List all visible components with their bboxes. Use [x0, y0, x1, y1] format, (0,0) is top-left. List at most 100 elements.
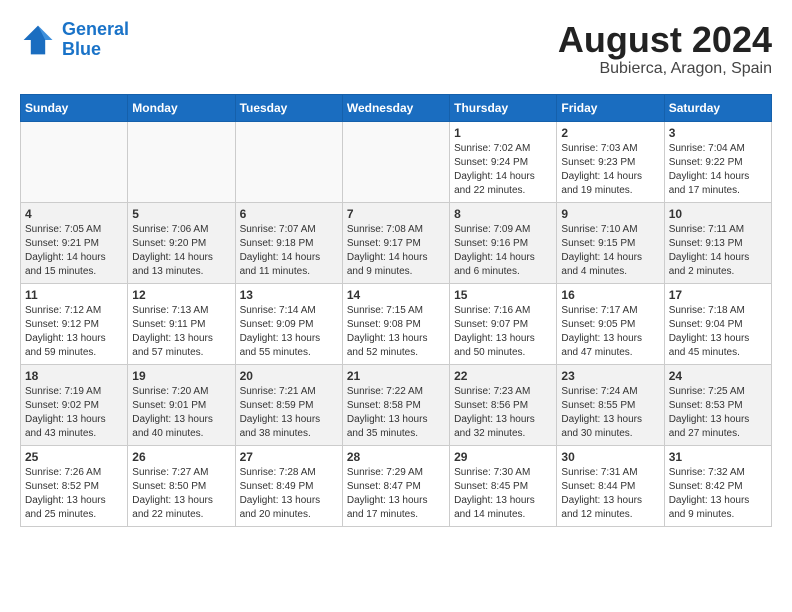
calendar-cell: 20Sunrise: 7:21 AM Sunset: 8:59 PM Dayli…: [235, 364, 342, 445]
calendar-cell: 15Sunrise: 7:16 AM Sunset: 9:07 PM Dayli…: [450, 283, 557, 364]
calendar-cell: 27Sunrise: 7:28 AM Sunset: 8:49 PM Dayli…: [235, 445, 342, 526]
day-number: 11: [25, 288, 123, 302]
calendar-cell: 11 Sunrise: 7:12 AM Sunset: 9:12 PM Dayli…: [21, 283, 128, 364]
calendar-cell: 29Sunrise: 7:30 AM Sunset: 8:45 PM Dayli…: [450, 445, 557, 526]
day-info: Sunrise: 7:30 AM Sunset: 8:45 PM Dayligh…: [454, 466, 552, 522]
day-number: 23: [561, 369, 659, 383]
logo: General Blue: [20, 20, 129, 60]
day-info: Sunrise: 7:24 AM Sunset: 8:55 PM Dayligh…: [561, 385, 659, 441]
day-info: Sunrise: 7:04 AM Sunset: 9:22 PM Dayligh…: [669, 142, 767, 198]
day-info: Sunrise: 7:13 AM Sunset: 9:11 PM Dayligh…: [132, 304, 230, 360]
day-info: Sunrise: 7:27 AM Sunset: 8:50 PM Dayligh…: [132, 466, 230, 522]
day-number: 14: [347, 288, 445, 302]
day-number: 28: [347, 450, 445, 464]
day-number: 18: [25, 369, 123, 383]
day-number: 1: [454, 126, 552, 140]
calendar-cell: [21, 121, 128, 202]
week-row-2: 4 Sunrise: 7:05 AM Sunset: 9:21 PM Daylig…: [21, 202, 772, 283]
day-info: Sunrise: 7:16 AM Sunset: 9:07 PM Dayligh…: [454, 304, 552, 360]
week-row-3: 11 Sunrise: 7:12 AM Sunset: 9:12 PM Dayli…: [21, 283, 772, 364]
days-header-row: SundayMondayTuesdayWednesdayThursdayFrid…: [21, 94, 772, 121]
calendar-cell: 18 Sunrise: 7:19 AM Sunset: 9:02 PM Dayli…: [21, 364, 128, 445]
calendar-cell: 28 Sunrise: 7:29 AM Sunset: 8:47 PM Dayli…: [342, 445, 449, 526]
week-row-5: 25Sunrise: 7:26 AM Sunset: 8:52 PM Dayli…: [21, 445, 772, 526]
day-info: Sunrise: 7:21 AM Sunset: 8:59 PM Dayligh…: [240, 385, 338, 441]
calendar-table: SundayMondayTuesdayWednesdayThursdayFrid…: [20, 94, 772, 527]
week-row-1: 1 Sunrise: 7:02 AM Sunset: 9:24 PM Daylig…: [21, 121, 772, 202]
calendar-cell: 1 Sunrise: 7:02 AM Sunset: 9:24 PM Daylig…: [450, 121, 557, 202]
calendar-cell: 31 Sunrise: 7:32 AM Sunset: 8:42 PM Dayli…: [664, 445, 771, 526]
day-number: 2: [561, 126, 659, 140]
day-header-thursday: Thursday: [450, 94, 557, 121]
day-info: Sunrise: 7:31 AM Sunset: 8:44 PM Dayligh…: [561, 466, 659, 522]
logo-line2: Blue: [62, 39, 101, 59]
calendar-cell: 23 Sunrise: 7:24 AM Sunset: 8:55 PM Dayli…: [557, 364, 664, 445]
day-info: Sunrise: 7:09 AM Sunset: 9:16 PM Dayligh…: [454, 223, 552, 279]
calendar-cell: 6 Sunrise: 7:07 AM Sunset: 9:18 PM Daylig…: [235, 202, 342, 283]
week-row-4: 18 Sunrise: 7:19 AM Sunset: 9:02 PM Dayli…: [21, 364, 772, 445]
calendar-cell: 22 Sunrise: 7:23 AM Sunset: 8:56 PM Dayli…: [450, 364, 557, 445]
calendar-cell: 10 Sunrise: 7:11 AM Sunset: 9:13 PM Dayli…: [664, 202, 771, 283]
day-number: 26: [132, 450, 230, 464]
day-number: 4: [25, 207, 123, 221]
day-info: Sunrise: 7:11 AM Sunset: 9:13 PM Dayligh…: [669, 223, 767, 279]
logo-text: General Blue: [62, 20, 129, 60]
day-number: 30: [561, 450, 659, 464]
day-number: 5: [132, 207, 230, 221]
day-info: Sunrise: 7:29 AM Sunset: 8:47 PM Dayligh…: [347, 466, 445, 522]
day-info: Sunrise: 7:28 AM Sunset: 8:49 PM Dayligh…: [240, 466, 338, 522]
day-info: Sunrise: 7:08 AM Sunset: 9:17 PM Dayligh…: [347, 223, 445, 279]
day-number: 9: [561, 207, 659, 221]
day-info: Sunrise: 7:14 AM Sunset: 9:09 PM Dayligh…: [240, 304, 338, 360]
day-info: Sunrise: 7:10 AM Sunset: 9:15 PM Dayligh…: [561, 223, 659, 279]
day-info: Sunrise: 7:03 AM Sunset: 9:23 PM Dayligh…: [561, 142, 659, 198]
calendar-cell: 9 Sunrise: 7:10 AM Sunset: 9:15 PM Daylig…: [557, 202, 664, 283]
month-title: August 2024: [558, 20, 772, 60]
day-info: Sunrise: 7:12 AM Sunset: 9:12 PM Dayligh…: [25, 304, 123, 360]
calendar-cell: 19 Sunrise: 7:20 AM Sunset: 9:01 PM Dayli…: [128, 364, 235, 445]
day-number: 22: [454, 369, 552, 383]
day-number: 25: [25, 450, 123, 464]
calendar-cell: 13 Sunrise: 7:14 AM Sunset: 9:09 PM Dayli…: [235, 283, 342, 364]
day-header-friday: Friday: [557, 94, 664, 121]
day-number: 17: [669, 288, 767, 302]
day-number: 24: [669, 369, 767, 383]
calendar-cell: 17 Sunrise: 7:18 AM Sunset: 9:04 PM Dayli…: [664, 283, 771, 364]
calendar-cell: 8 Sunrise: 7:09 AM Sunset: 9:16 PM Daylig…: [450, 202, 557, 283]
day-header-wednesday: Wednesday: [342, 94, 449, 121]
calendar-cell: 16Sunrise: 7:17 AM Sunset: 9:05 PM Dayli…: [557, 283, 664, 364]
calendar-header: SundayMondayTuesdayWednesdayThursdayFrid…: [21, 94, 772, 121]
day-number: 8: [454, 207, 552, 221]
day-info: Sunrise: 7:07 AM Sunset: 9:18 PM Dayligh…: [240, 223, 338, 279]
day-info: Sunrise: 7:19 AM Sunset: 9:02 PM Dayligh…: [25, 385, 123, 441]
calendar-cell: 24 Sunrise: 7:25 AM Sunset: 8:53 PM Dayli…: [664, 364, 771, 445]
calendar-cell: 4 Sunrise: 7:05 AM Sunset: 9:21 PM Daylig…: [21, 202, 128, 283]
day-number: 13: [240, 288, 338, 302]
day-number: 19: [132, 369, 230, 383]
page-header: General Blue August 2024 Bubierca, Arago…: [20, 20, 772, 78]
day-number: 10: [669, 207, 767, 221]
day-info: Sunrise: 7:32 AM Sunset: 8:42 PM Dayligh…: [669, 466, 767, 522]
day-number: 12: [132, 288, 230, 302]
calendar-cell: 25Sunrise: 7:26 AM Sunset: 8:52 PM Dayli…: [21, 445, 128, 526]
day-number: 6: [240, 207, 338, 221]
day-number: 31: [669, 450, 767, 464]
calendar-cell: 5 Sunrise: 7:06 AM Sunset: 9:20 PM Daylig…: [128, 202, 235, 283]
day-info: Sunrise: 7:15 AM Sunset: 9:08 PM Dayligh…: [347, 304, 445, 360]
day-info: Sunrise: 7:25 AM Sunset: 8:53 PM Dayligh…: [669, 385, 767, 441]
calendar-cell: 14 Sunrise: 7:15 AM Sunset: 9:08 PM Dayli…: [342, 283, 449, 364]
day-info: Sunrise: 7:05 AM Sunset: 9:21 PM Dayligh…: [25, 223, 123, 279]
day-info: Sunrise: 7:22 AM Sunset: 8:58 PM Dayligh…: [347, 385, 445, 441]
calendar-cell: 30 Sunrise: 7:31 AM Sunset: 8:44 PM Dayli…: [557, 445, 664, 526]
day-info: Sunrise: 7:18 AM Sunset: 9:04 PM Dayligh…: [669, 304, 767, 360]
calendar-cell: [128, 121, 235, 202]
day-number: 3: [669, 126, 767, 140]
day-info: Sunrise: 7:20 AM Sunset: 9:01 PM Dayligh…: [132, 385, 230, 441]
calendar-cell: [342, 121, 449, 202]
day-info: Sunrise: 7:17 AM Sunset: 9:05 PM Dayligh…: [561, 304, 659, 360]
day-info: Sunrise: 7:06 AM Sunset: 9:20 PM Dayligh…: [132, 223, 230, 279]
day-number: 7: [347, 207, 445, 221]
day-info: Sunrise: 7:02 AM Sunset: 9:24 PM Dayligh…: [454, 142, 552, 198]
day-info: Sunrise: 7:23 AM Sunset: 8:56 PM Dayligh…: [454, 385, 552, 441]
day-number: 21: [347, 369, 445, 383]
